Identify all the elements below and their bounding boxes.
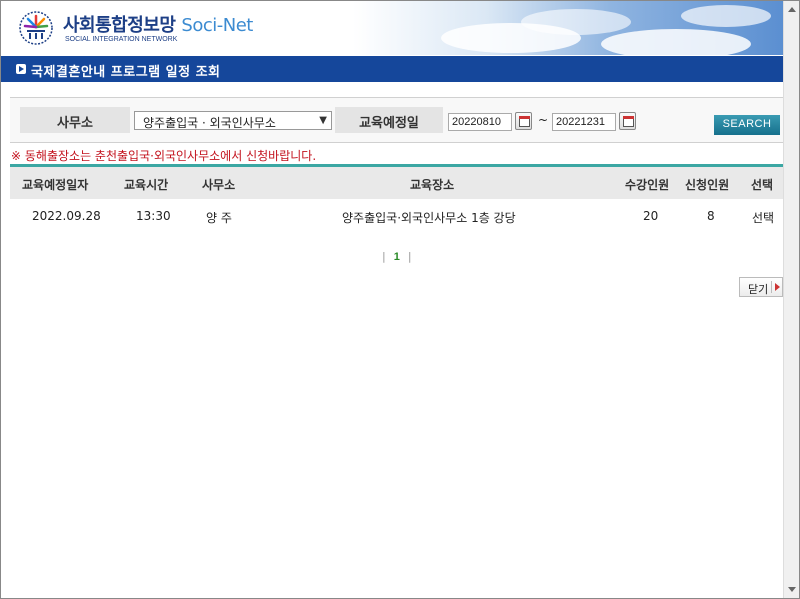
date-label: 교육예정일 <box>335 107 443 133</box>
header-location: 교육장소 <box>410 178 455 192</box>
arrow-right-icon <box>775 283 780 291</box>
logo-subtitle: SOCIAL INTEGRATION NETWORK <box>65 36 178 43</box>
office-select-value: 양주출입국 · 외국인사무소 <box>143 116 276 130</box>
button-divider <box>771 281 772 293</box>
notice-text: ※ 동해출장소는 춘천출입국·외국인사무소에서 신청바랍니다. <box>11 149 317 163</box>
bullet-arrow-icon <box>16 64 26 74</box>
logo-title-ko: 사회통합정보망 <box>63 15 176 36</box>
header-date: 교육예정일자 <box>22 178 89 192</box>
date-to-input[interactable]: 20221231 <box>552 113 616 131</box>
window-frame <box>0 0 800 599</box>
office-select[interactable]: 양주출입국 · 외국인사무소 ▼ <box>134 111 332 130</box>
cell-location: 양주출입국·외국인사무소 1층 강당 <box>342 211 516 225</box>
cell-applicants: 8 <box>707 209 715 223</box>
cell-office: 양 주 <box>206 211 232 225</box>
page-title-bar: 국제결혼안내 프로그램 일정 조회 <box>1 56 783 82</box>
calendar-icon[interactable] <box>515 112 532 130</box>
close-button-label: 닫기 <box>748 283 769 296</box>
chevron-down-icon: ▼ <box>319 115 327 126</box>
pagination-separator: | <box>407 250 412 263</box>
date-separator: ~ <box>538 113 549 127</box>
office-label: 사무소 <box>20 107 130 133</box>
close-button[interactable]: 닫기 <box>739 277 783 297</box>
calendar-icon[interactable] <box>619 112 636 130</box>
site-header: 사회통합정보망 Soci-Net SOCIAL INTEGRATION NETWO… <box>1 1 783 55</box>
scroll-up-icon[interactable] <box>788 7 796 12</box>
cell-time: 13:30 <box>136 209 171 223</box>
header-select: 선택 <box>751 178 774 192</box>
header-office: 사무소 <box>202 178 236 192</box>
search-button[interactable]: SEARCH <box>714 115 780 135</box>
vertical-scrollbar[interactable] <box>783 1 799 598</box>
page-title: 국제결혼안내 프로그램 일정 조회 <box>31 65 221 80</box>
cell-capacity: 20 <box>643 209 659 223</box>
ministry-seal-icon <box>19 11 53 45</box>
site-logo-title[interactable]: 사회통합정보망 Soci-Net <box>63 11 253 37</box>
header-applicants: 신청인원 <box>685 178 730 192</box>
page-number-1[interactable]: 1 <box>394 251 400 263</box>
select-link[interactable]: 선택 <box>752 209 774 226</box>
header-capacity: 수강인원 <box>625 178 670 192</box>
date-from-input[interactable]: 20220810 <box>448 113 512 131</box>
cell-date: 2022.09.28 <box>32 209 101 223</box>
logo-title-en: Soci-Net <box>181 15 253 36</box>
scroll-down-icon[interactable] <box>788 587 796 592</box>
pagination-separator: | <box>382 250 386 263</box>
header-time: 교육시간 <box>124 178 169 192</box>
pagination: | 1 | <box>382 250 412 263</box>
